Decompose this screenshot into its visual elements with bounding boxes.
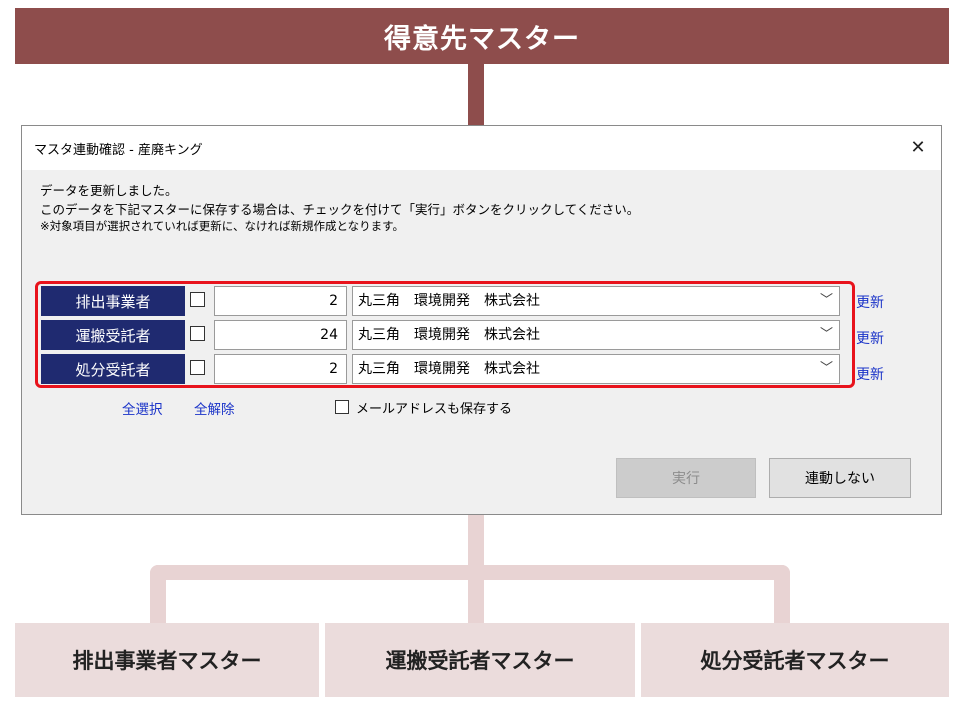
row-company-value: 丸三角 環境開発 株式会社 — [358, 327, 540, 343]
update-link-transporter[interactable]: 更新 — [856, 328, 896, 348]
deselect-all-link[interactable]: 全解除 — [194, 398, 235, 418]
row-label: 運搬受託者 — [41, 320, 185, 350]
update-link-disposer[interactable]: 更新 — [856, 364, 896, 384]
disposer-master-box: 処分受託者マスター — [641, 623, 949, 697]
master-link-dialog: マスタ連動確認 - 産廃キング ✕ データを更新しました。 このデータを下記マス… — [21, 125, 942, 515]
row-label: 排出事業者 — [41, 286, 185, 316]
banner-title: 得意先マスター — [384, 23, 580, 55]
row-label: 処分受託者 — [41, 354, 185, 384]
no-link-button[interactable]: 連動しない — [769, 458, 911, 498]
message-updated: データを更新しました。 — [40, 183, 178, 198]
dialog-title: マスタ連動確認 - 産廃キング — [34, 143, 203, 158]
close-icon[interactable]: ✕ — [905, 134, 931, 160]
chevron-down-icon[interactable]: ﹀ — [820, 355, 833, 383]
message-instructions: このデータを下記マスターに保存する場合は、チェックを付けて「実行」ボタンをクリッ… — [40, 202, 640, 217]
link-row-disposer: 処分受託者 2 丸三角 環境開発 株式会社 ﹀ — [41, 354, 841, 384]
connector-left — [150, 565, 166, 623]
update-link-discharger[interactable]: 更新 — [856, 292, 896, 312]
row-number-field[interactable]: 2 — [214, 354, 347, 384]
row-company-value: 丸三角 環境開発 株式会社 — [358, 293, 540, 309]
link-row-transporter: 運搬受託者 24 丸三角 環境開発 株式会社 ﹀ — [41, 320, 841, 350]
dialog-titlebar: マスタ連動確認 - 産廃キング ✕ — [22, 126, 941, 170]
discharger-master-box: 排出事業者マスター — [15, 623, 319, 697]
link-row-discharger: 排出事業者 2 丸三角 環境開発 株式会社 ﹀ — [41, 286, 841, 316]
message-note: ※対象項目が選択されていれば更新に、なければ新規作成となります。 — [40, 219, 404, 233]
row-checkbox[interactable] — [190, 292, 205, 307]
row-checkbox[interactable] — [190, 326, 205, 341]
row-number-field[interactable]: 24 — [214, 320, 347, 350]
select-all-link[interactable]: 全選択 — [122, 398, 163, 418]
chevron-down-icon[interactable]: ﹀ — [820, 287, 833, 315]
execute-button[interactable]: 実行 — [616, 458, 756, 498]
save-email-label[interactable]: メールアドレスも保存する — [356, 398, 512, 417]
row-company-select[interactable]: 丸三角 環境開発 株式会社 ﹀ — [352, 320, 840, 350]
connector-top — [468, 64, 484, 126]
chevron-down-icon[interactable]: ﹀ — [820, 321, 833, 349]
row-number-field[interactable]: 2 — [214, 286, 347, 316]
master-banner: 得意先マスター — [15, 8, 949, 64]
row-company-select[interactable]: 丸三角 環境開発 株式会社 ﹀ — [352, 286, 840, 316]
row-company-select[interactable]: 丸三角 環境開発 株式会社 ﹀ — [352, 354, 840, 384]
transporter-master-label: 運搬受託者マスター — [385, 649, 575, 673]
connector-horizontal — [150, 565, 790, 580]
row-company-value: 丸三角 環境開発 株式会社 — [358, 361, 540, 377]
disposer-master-label: 処分受託者マスター — [700, 649, 890, 673]
transporter-master-box: 運搬受託者マスター — [325, 623, 635, 697]
discharger-master-label: 排出事業者マスター — [72, 649, 262, 673]
row-checkbox[interactable] — [190, 360, 205, 375]
save-email-checkbox[interactable] — [335, 400, 349, 414]
connector-right — [774, 565, 790, 623]
